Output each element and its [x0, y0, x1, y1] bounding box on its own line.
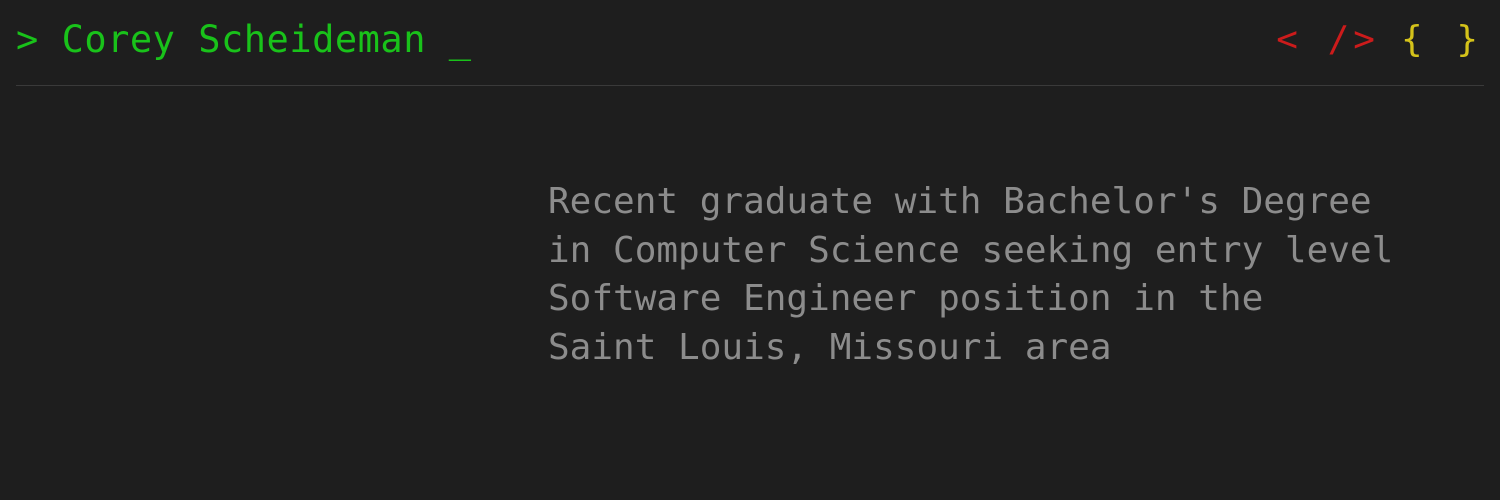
site-header: > Corey Scheideman _ < /> { } [16, 0, 1484, 86]
page-title: > Corey Scheideman _ [16, 18, 472, 62]
braces-icon: { } [1400, 19, 1484, 60]
prompt-symbol: > [16, 18, 62, 61]
header-icons: < /> { } [1276, 18, 1484, 62]
cursor-glyph: _ [425, 18, 472, 61]
code-icon: < /> [1276, 19, 1379, 60]
author-name: Corey Scheideman [61, 18, 426, 61]
profile-summary: Recent graduate with Bachelor's Degree i… [548, 181, 1394, 368]
